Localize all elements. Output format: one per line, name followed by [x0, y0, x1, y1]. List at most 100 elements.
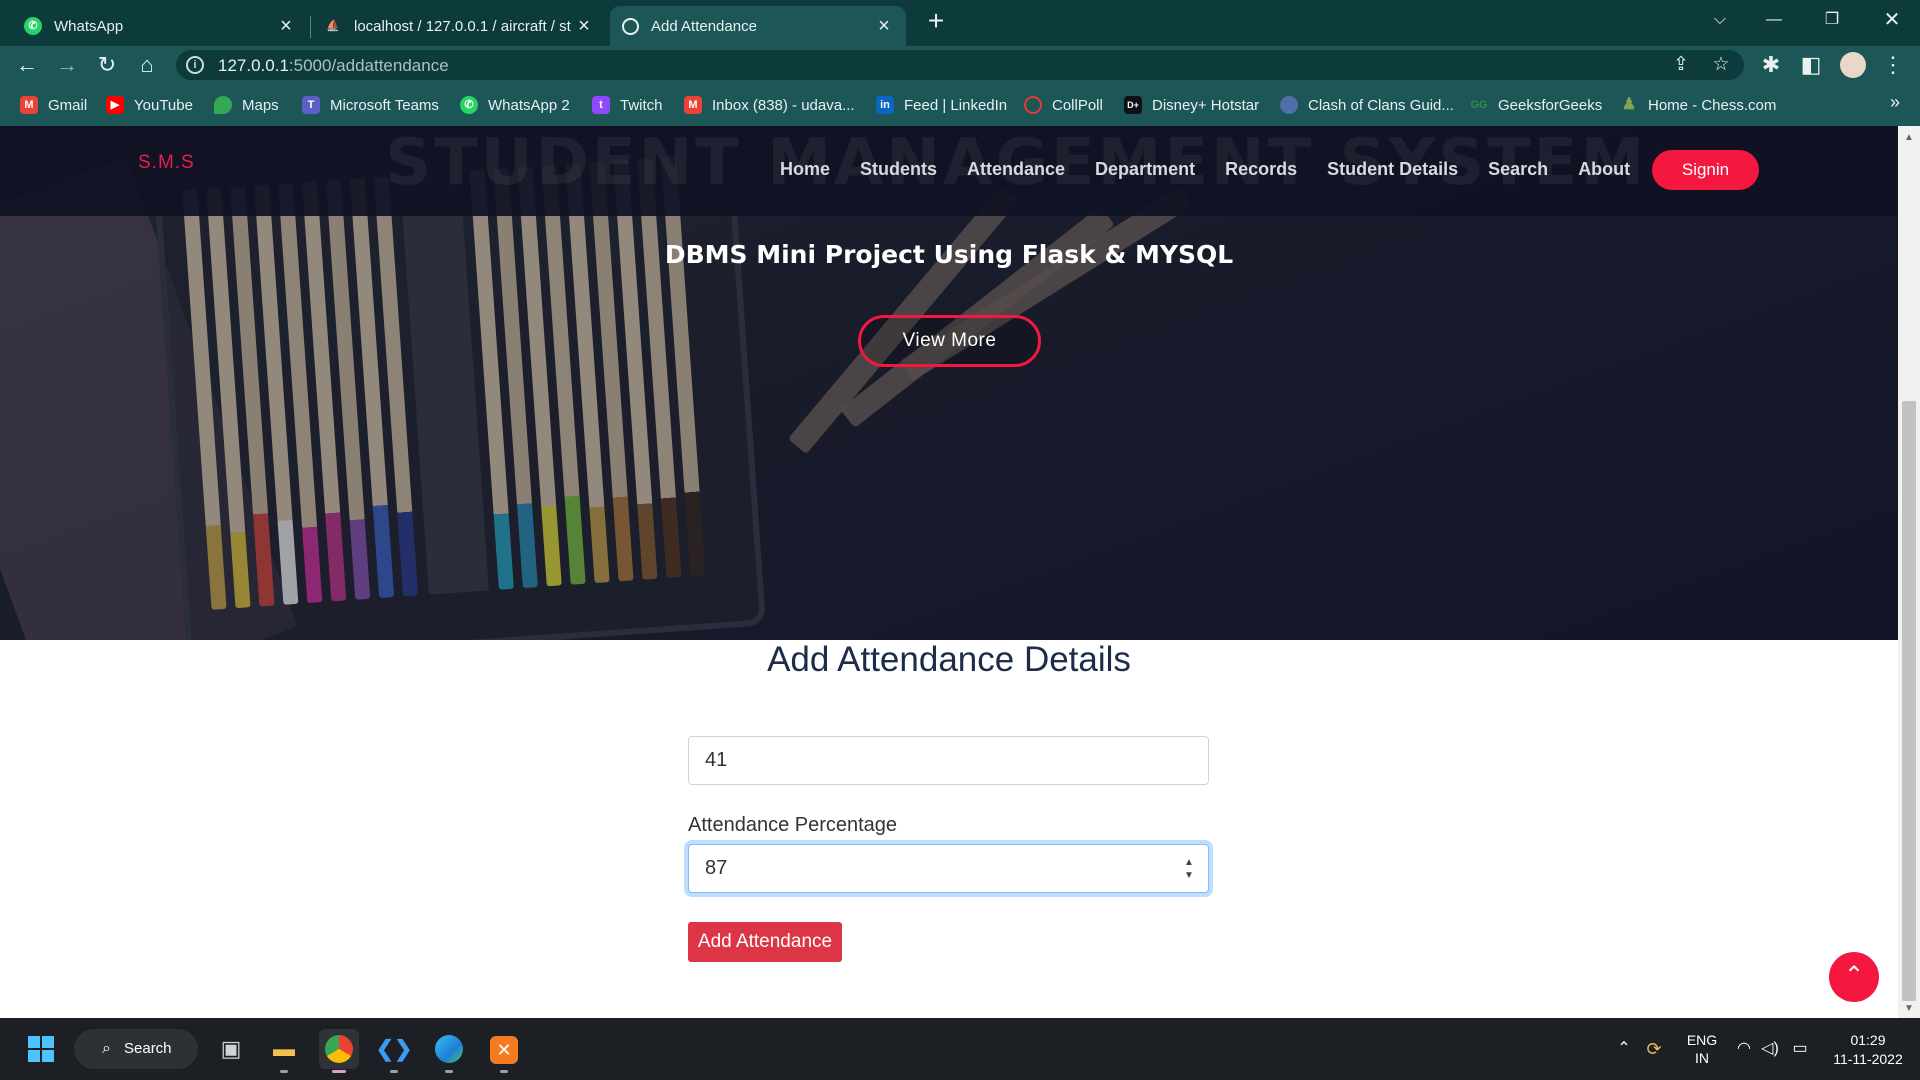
nav-link-search[interactable]: Search	[1488, 159, 1548, 180]
running-indicator	[500, 1070, 508, 1073]
tab-add-attendance[interactable]: Add Attendance ×	[610, 6, 906, 46]
battery-icon[interactable]: ▭	[1786, 1018, 1814, 1080]
nav-link-department[interactable]: Department	[1095, 159, 1195, 180]
scrollbar-thumb[interactable]	[1902, 401, 1916, 1001]
vscode-icon[interactable]: ❮❯	[374, 1029, 414, 1073]
whatsapp-icon: ✆	[460, 96, 478, 114]
attendance-percentage-label: Attendance Percentage	[688, 814, 898, 836]
nav-link-records[interactable]: Records	[1225, 159, 1297, 180]
nav-link-about[interactable]: About	[1578, 159, 1630, 180]
scroll-to-top-button[interactable]: ⌃	[1829, 952, 1879, 1002]
clock[interactable]: 01:29 11-11-2022	[1826, 1018, 1910, 1080]
bookmark-star-icon[interactable]: ☆	[1708, 52, 1734, 78]
bookmark-linkedin[interactable]: in Feed | LinkedIn	[876, 94, 1007, 116]
tab-search-chevron-icon[interactable]: ⌵	[1700, 4, 1740, 36]
bookmark-collpoll[interactable]: CollPoll	[1024, 94, 1103, 116]
close-window-button[interactable]: ✕	[1872, 4, 1912, 36]
chess-icon: ♟	[1621, 96, 1637, 113]
taskbar-search[interactable]: ⌕ Search	[74, 1029, 198, 1069]
sync-icon[interactable]: ⟳	[1640, 1018, 1668, 1080]
back-arrow-icon[interactable]: ←	[12, 50, 42, 80]
windows-logo-icon	[28, 1036, 54, 1062]
linkedin-icon: in	[876, 96, 894, 114]
tab-separator	[310, 16, 311, 38]
home-icon[interactable]: ⌂	[132, 50, 162, 80]
volume-icon[interactable]: ◁)	[1758, 1018, 1782, 1080]
scroll-down-arrow-icon[interactable]: ▼	[1904, 1003, 1914, 1014]
close-icon[interactable]: ×	[874, 15, 894, 38]
bookmark-maps[interactable]: Maps	[214, 94, 279, 116]
new-tab-button[interactable]: +	[922, 6, 950, 36]
bookmark-clash[interactable]: Clash of Clans Guid...	[1280, 94, 1454, 116]
scroll-up-arrow-icon[interactable]: ▲	[1904, 132, 1914, 143]
browser-toolbar: ← → ↻ ⌂ i 127.0.0.1:5000/addattendance ⇪…	[0, 46, 1920, 84]
signin-button[interactable]: Signin	[1652, 150, 1759, 190]
roll-number-input[interactable]: 41	[688, 736, 1209, 785]
youtube-icon: ▶	[106, 96, 124, 114]
extensions-icon[interactable]: ✱	[1756, 50, 1786, 80]
chrome-logo	[325, 1035, 353, 1063]
edge-icon[interactable]	[429, 1029, 469, 1073]
add-attendance-button[interactable]: Add Attendance	[688, 922, 842, 962]
minimize-button[interactable]: —	[1754, 4, 1794, 36]
nav-link-attendance[interactable]: Attendance	[967, 159, 1065, 180]
profile-avatar[interactable]	[1838, 50, 1868, 80]
bookmark-twitch[interactable]: t Twitch	[592, 94, 663, 116]
site-brand-logo[interactable]: S.M.S	[138, 152, 195, 174]
url-path: :5000/addattendance	[288, 56, 449, 75]
tab-phpmyadmin[interactable]: ⛵ localhost / 127.0.0.1 / aircraft / st …	[312, 6, 606, 46]
close-icon[interactable]: ×	[276, 15, 296, 38]
clash-icon	[1280, 96, 1298, 114]
tray-overflow-chevron-icon[interactable]: ⌃	[1612, 1018, 1636, 1080]
menu-kebab-icon[interactable]: ⋮	[1878, 50, 1908, 80]
gfg-icon: GG	[1470, 99, 1488, 111]
xampp-logo: ✕	[490, 1036, 518, 1064]
gmail-icon: M	[20, 96, 38, 114]
edge-logo	[435, 1035, 463, 1063]
whatsapp-icon: ✆	[24, 17, 42, 35]
teams-icon: T	[302, 96, 320, 114]
twitch-icon: t	[592, 96, 610, 114]
xampp-icon[interactable]: ✕	[484, 1029, 524, 1073]
restore-button[interactable]: ❐	[1812, 4, 1852, 36]
bookmark-teams[interactable]: T Microsoft Teams	[302, 94, 439, 116]
site-info-icon[interactable]: i	[186, 56, 204, 74]
nav-link-students[interactable]: Students	[860, 159, 937, 180]
windows-taskbar: ⌕ Search ▣ ▬ ❮❯ ✕ ⌃ ⟳ ENG IN ◠ ◁) ▭ 01:2…	[0, 1018, 1920, 1080]
phpmyadmin-icon: ⛵	[326, 20, 340, 32]
nav-link-home[interactable]: Home	[780, 159, 830, 180]
gmail-icon: M	[684, 96, 702, 114]
reload-icon[interactable]: ↻	[92, 50, 122, 80]
bookmark-inbox[interactable]: M Inbox (838) - udava...	[684, 94, 855, 116]
file-explorer-icon[interactable]: ▬	[264, 1029, 304, 1073]
bookmark-hotstar[interactable]: D+ Disney+ Hotstar	[1124, 94, 1259, 116]
side-panel-icon[interactable]: ◧	[1796, 50, 1826, 80]
tab-whatsapp[interactable]: ✆ WhatsApp ×	[12, 6, 308, 46]
view-more-button[interactable]: View More	[858, 315, 1041, 367]
share-icon[interactable]: ⇪	[1668, 52, 1694, 78]
forward-arrow-icon[interactable]: →	[52, 50, 82, 80]
form-title: Add Attendance Details	[767, 640, 1131, 679]
url-text[interactable]: 127.0.0.1:5000/addattendance	[218, 56, 449, 76]
address-bar[interactable]: i 127.0.0.1:5000/addattendance ⇪ ☆	[176, 50, 1744, 80]
start-button[interactable]	[21, 1029, 61, 1069]
close-icon[interactable]: ×	[574, 15, 594, 38]
bookmark-whatsapp2[interactable]: ✆ WhatsApp 2	[460, 94, 570, 116]
bookmark-chess[interactable]: ♟ Home - Chess.com	[1620, 94, 1777, 116]
task-view-icon[interactable]: ▣	[211, 1029, 251, 1069]
bookmarks-overflow-button[interactable]: »	[1890, 92, 1900, 113]
page-scrollbar[interactable]: ▲ ▼	[1898, 126, 1920, 1018]
language-indicator[interactable]: ENG IN	[1680, 1018, 1724, 1080]
tab-strip: ✆ WhatsApp × ⛵ localhost / 127.0.0.1 / a…	[0, 0, 1920, 46]
wifi-icon[interactable]: ◠	[1732, 1018, 1756, 1080]
number-spinner-icon[interactable]: ▲ ▼	[1182, 856, 1196, 882]
nav-link-student-details[interactable]: Student Details	[1327, 159, 1458, 180]
bookmark-youtube[interactable]: ▶ YouTube	[106, 94, 193, 116]
bookmark-gfg[interactable]: GG GeeksforGeeks	[1470, 94, 1602, 116]
search-icon: ⌕	[102, 1040, 111, 1057]
running-indicator	[332, 1070, 346, 1073]
bookmarks-bar: M Gmail ▶ YouTube Maps T Microsoft Teams ✆ W…	[0, 84, 1920, 126]
attendance-percentage-input[interactable]: 87 ▲ ▼	[688, 844, 1209, 893]
bookmark-gmail[interactable]: M Gmail	[20, 94, 87, 116]
chrome-icon[interactable]	[319, 1029, 359, 1073]
